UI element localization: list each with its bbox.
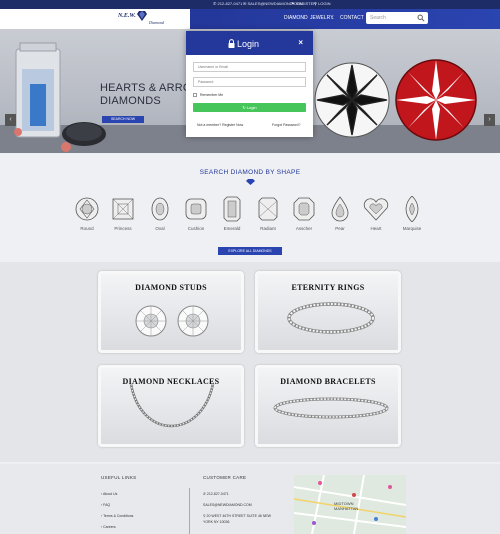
login-button[interactable]: ↻ Login	[193, 103, 306, 112]
register-now-link[interactable]: Not a member? Register Now	[197, 123, 243, 127]
remember-me-label: Remember Me	[200, 93, 224, 97]
remember-me-checkbox[interactable]	[193, 93, 197, 97]
close-icon[interactable]: ×	[298, 38, 303, 47]
forgot-password-link[interactable]: Forgot Password?	[272, 123, 300, 127]
login-button-label: Login	[246, 105, 257, 110]
username-placeholder: Username or Email	[198, 65, 228, 69]
lock-icon	[228, 39, 235, 48]
password-placeholder: Password	[198, 80, 214, 84]
page: ✆ 212-827-0471 ✉ SALES@NEWDIAMOND.COM ⚑ …	[0, 0, 500, 534]
login-modal-title: Login	[237, 39, 260, 49]
login-modal: Login × Username or Email Password Remem…	[186, 31, 313, 137]
password-field[interactable]: Password	[193, 77, 306, 87]
username-field[interactable]: Username or Email	[193, 62, 306, 72]
